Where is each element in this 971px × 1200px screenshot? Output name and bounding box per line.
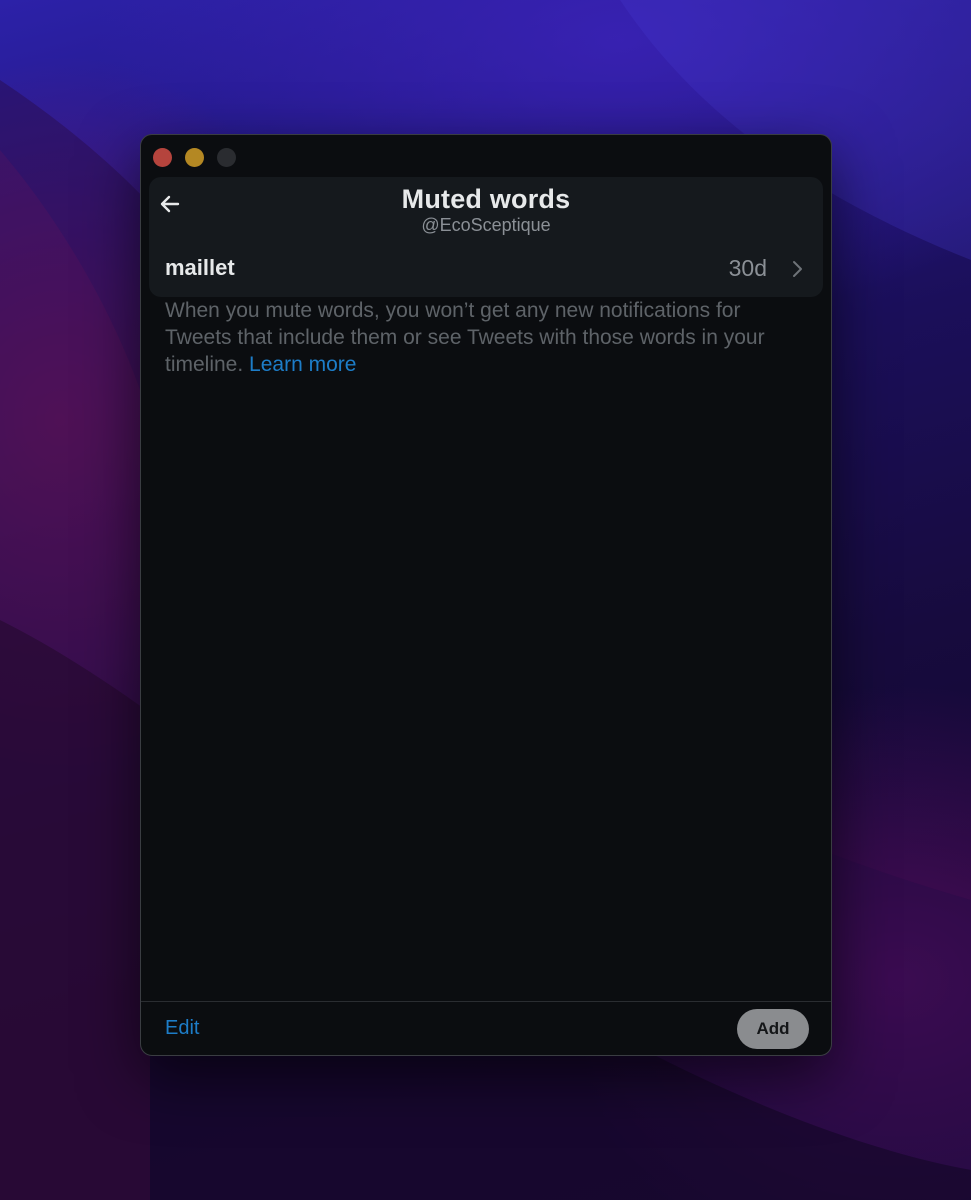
window-zoom-button[interactable] — [217, 148, 236, 167]
header-card: Muted words @EcoSceptique maillet 30d — [149, 177, 823, 297]
muted-word-duration: 30d — [728, 255, 767, 281]
muted-words-window: Muted words @EcoSceptique maillet 30d Wh… — [140, 134, 832, 1056]
title-bar — [141, 135, 831, 175]
muted-word-row[interactable]: maillet 30d — [149, 249, 823, 293]
footer-bar: Edit Add — [141, 1001, 831, 1055]
chevron-right-icon — [793, 261, 802, 277]
mute-info-text: When you mute words, you won’t get any n… — [165, 297, 795, 378]
window-minimize-button[interactable] — [185, 148, 204, 167]
window-close-button[interactable] — [153, 148, 172, 167]
learn-more-link[interactable]: Learn more — [249, 353, 356, 376]
add-button[interactable]: Add — [737, 1009, 809, 1049]
edit-button[interactable]: Edit — [165, 1017, 199, 1040]
page-title: Muted words — [401, 184, 571, 214]
account-handle: @EcoSceptique — [421, 215, 551, 235]
muted-word-label: maillet — [165, 255, 235, 280]
